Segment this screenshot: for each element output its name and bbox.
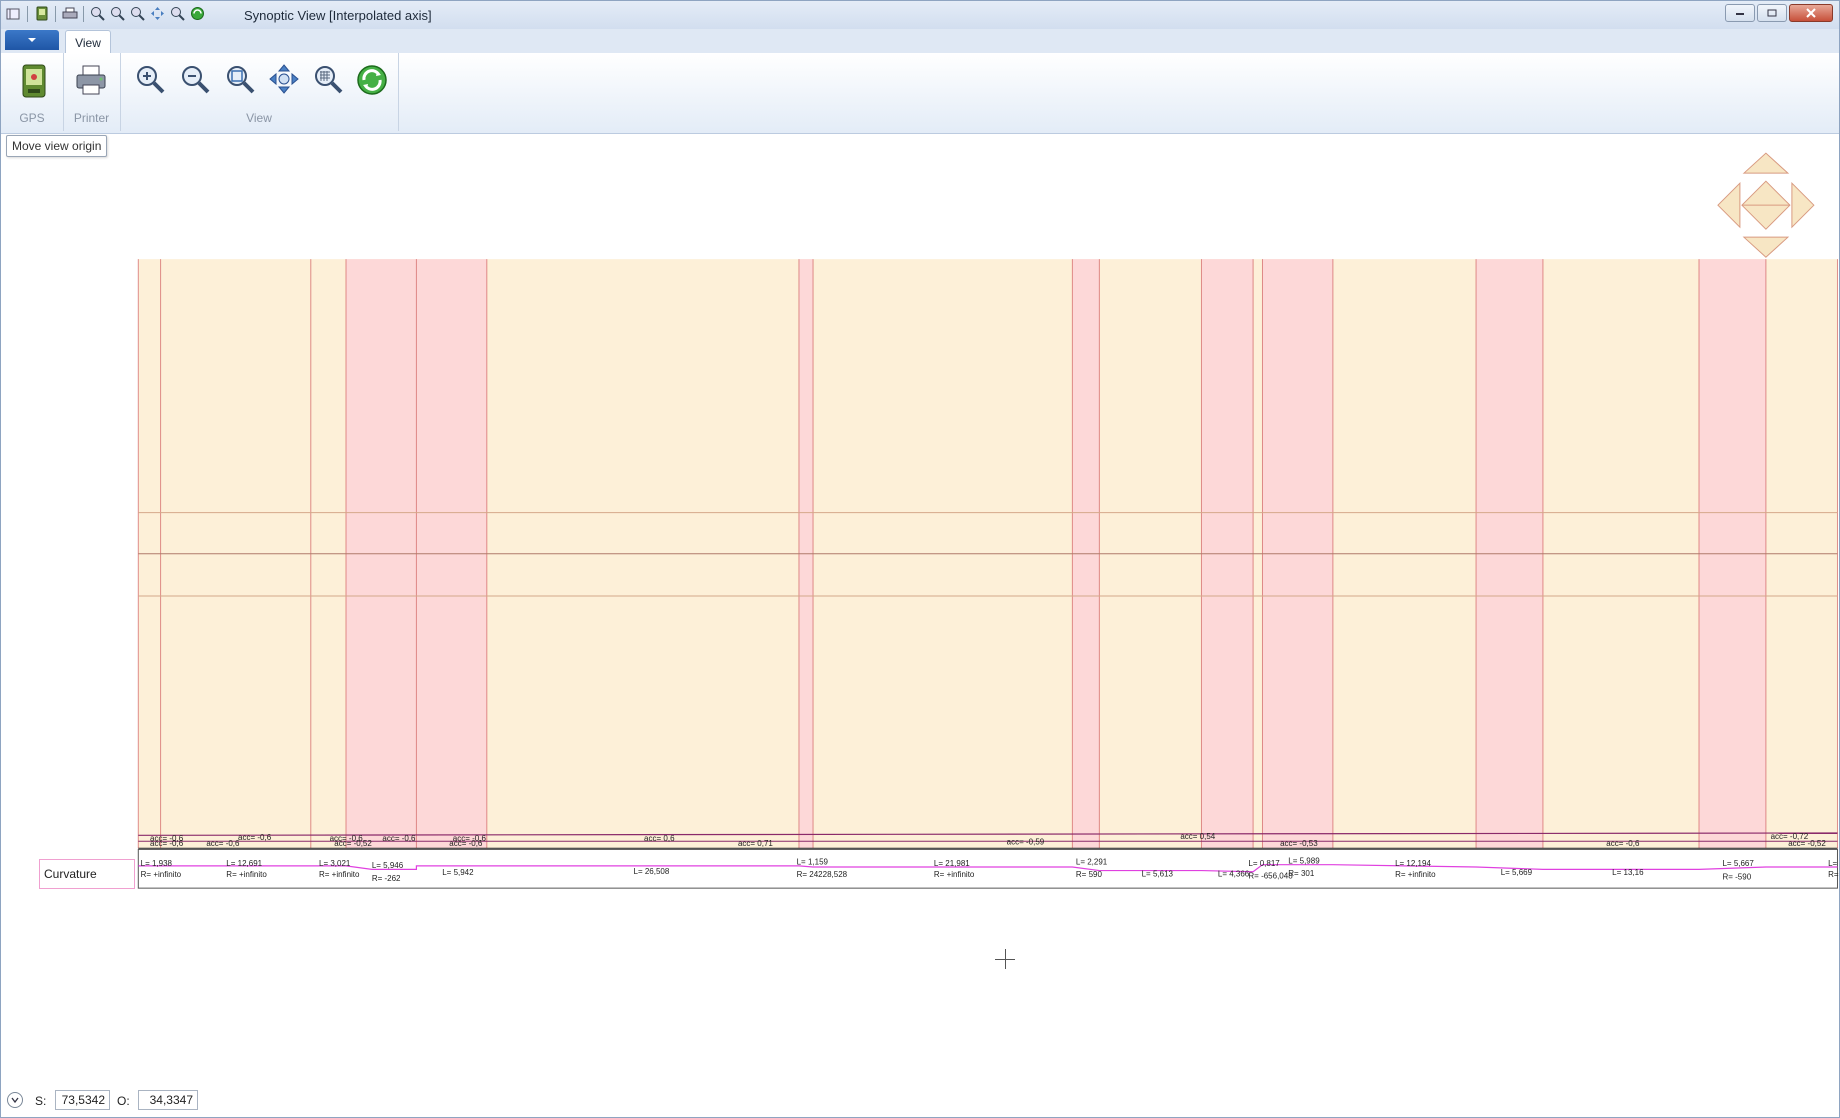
chevron-down-icon [11, 1097, 19, 1103]
curvature-length-label: L= 5,667 [1722, 859, 1754, 868]
s-value-field[interactable]: 73,5342 [55, 1090, 110, 1110]
status-bar: S: 73,5342 O: 34,3347 [1, 1087, 1839, 1117]
curvature-length-label: L= 0,817 [1248, 859, 1280, 868]
s-label: S: [35, 1094, 47, 1108]
curvature-radius-label: R= -262 [372, 874, 401, 883]
pan-right-arrow-icon[interactable] [1791, 181, 1815, 229]
pan-down-arrow-icon[interactable] [1742, 236, 1790, 258]
curvature-length-label: L= 5,989 [1288, 857, 1320, 866]
curvature-length-label: L= 2,291 [1076, 858, 1108, 867]
curvature-length-label: L= 4,366 [1218, 869, 1250, 878]
acc-label: acc= 0,54 [1180, 832, 1215, 841]
acc-label: acc= -0,59 [1007, 838, 1045, 847]
curvature-length-label: L= 3,021 [319, 859, 351, 868]
curvature-length-label: L= 13,16 [1612, 868, 1644, 877]
acc-label: acc= -0,6 [382, 834, 416, 843]
curvature-row-label: Curvature [39, 859, 135, 889]
acc-label: acc= -0,6 [1606, 839, 1640, 848]
curvature-length-label: L= 5,942 [442, 868, 474, 877]
curvature-length-label: L= 5,946 [372, 861, 404, 870]
curvature-radius-label: R= +infinito [226, 870, 267, 879]
cursor-crosshair-vertical [1005, 949, 1006, 969]
pan-up-arrow-icon[interactable] [1742, 152, 1790, 174]
synoptic-canvas[interactable]: acc= -0,6acc= -0,6 acc= -0,6acc= -0,6 acc=… [1, 1, 1839, 1081]
acc-label: acc= 0,71 [738, 839, 773, 848]
acc-label: acc= -0,52 [1788, 839, 1826, 848]
curvature-radius-label: R= [1828, 870, 1839, 879]
o-value-field[interactable]: 34,3347 [138, 1090, 198, 1110]
curvature-length-label: L= 12,691 [226, 859, 262, 868]
acc-label: acc= -0,6 [150, 839, 184, 848]
acc-label: acc= 0,6 [644, 834, 675, 843]
curvature-radius-label: R= +infinito [141, 870, 182, 879]
curvature-radius-label: R= -656,048 [1248, 871, 1293, 880]
acc-label: acc= -0,6 [449, 839, 483, 848]
app-window: Synoptic View [Interpolated axis] View G… [0, 0, 1840, 1118]
status-expand-button[interactable] [7, 1092, 23, 1108]
curvature-length-label: L= [1828, 859, 1837, 868]
acc-label: acc= -0,53 [1280, 839, 1318, 848]
curvature-radius-label: R= 590 [1076, 870, 1103, 879]
curvature-length-label: L= 12,194 [1395, 859, 1431, 868]
curvature-length-label: L= 26,508 [634, 867, 670, 876]
curvature-radius-label: R= +infinito [1395, 870, 1436, 879]
curvature-radius-label: R= +infinito [319, 870, 360, 879]
curvature-length-label: L= 1,938 [141, 859, 173, 868]
curvature-length-label: L= 21,981 [934, 859, 970, 868]
curvature-radius-label: R= -590 [1722, 873, 1751, 882]
acc-label: acc= -0,6 [206, 839, 240, 848]
curvature-radius-label: R= +infinito [934, 870, 975, 879]
curvature-length-label: L= 5,613 [1142, 869, 1174, 878]
o-label: O: [117, 1094, 130, 1108]
pan-left-arrow-icon[interactable] [1717, 181, 1741, 229]
curvature-length-label: L= 1,159 [797, 858, 829, 867]
acc-label: acc= -0,6 [238, 833, 272, 842]
curvature-radius-label: R= 24228,528 [797, 870, 848, 879]
curvature-length-label: L= 5,669 [1501, 868, 1533, 877]
acc-label: acc= -0,52 [334, 839, 372, 848]
curvature-radius-label: R= 301 [1288, 869, 1315, 878]
